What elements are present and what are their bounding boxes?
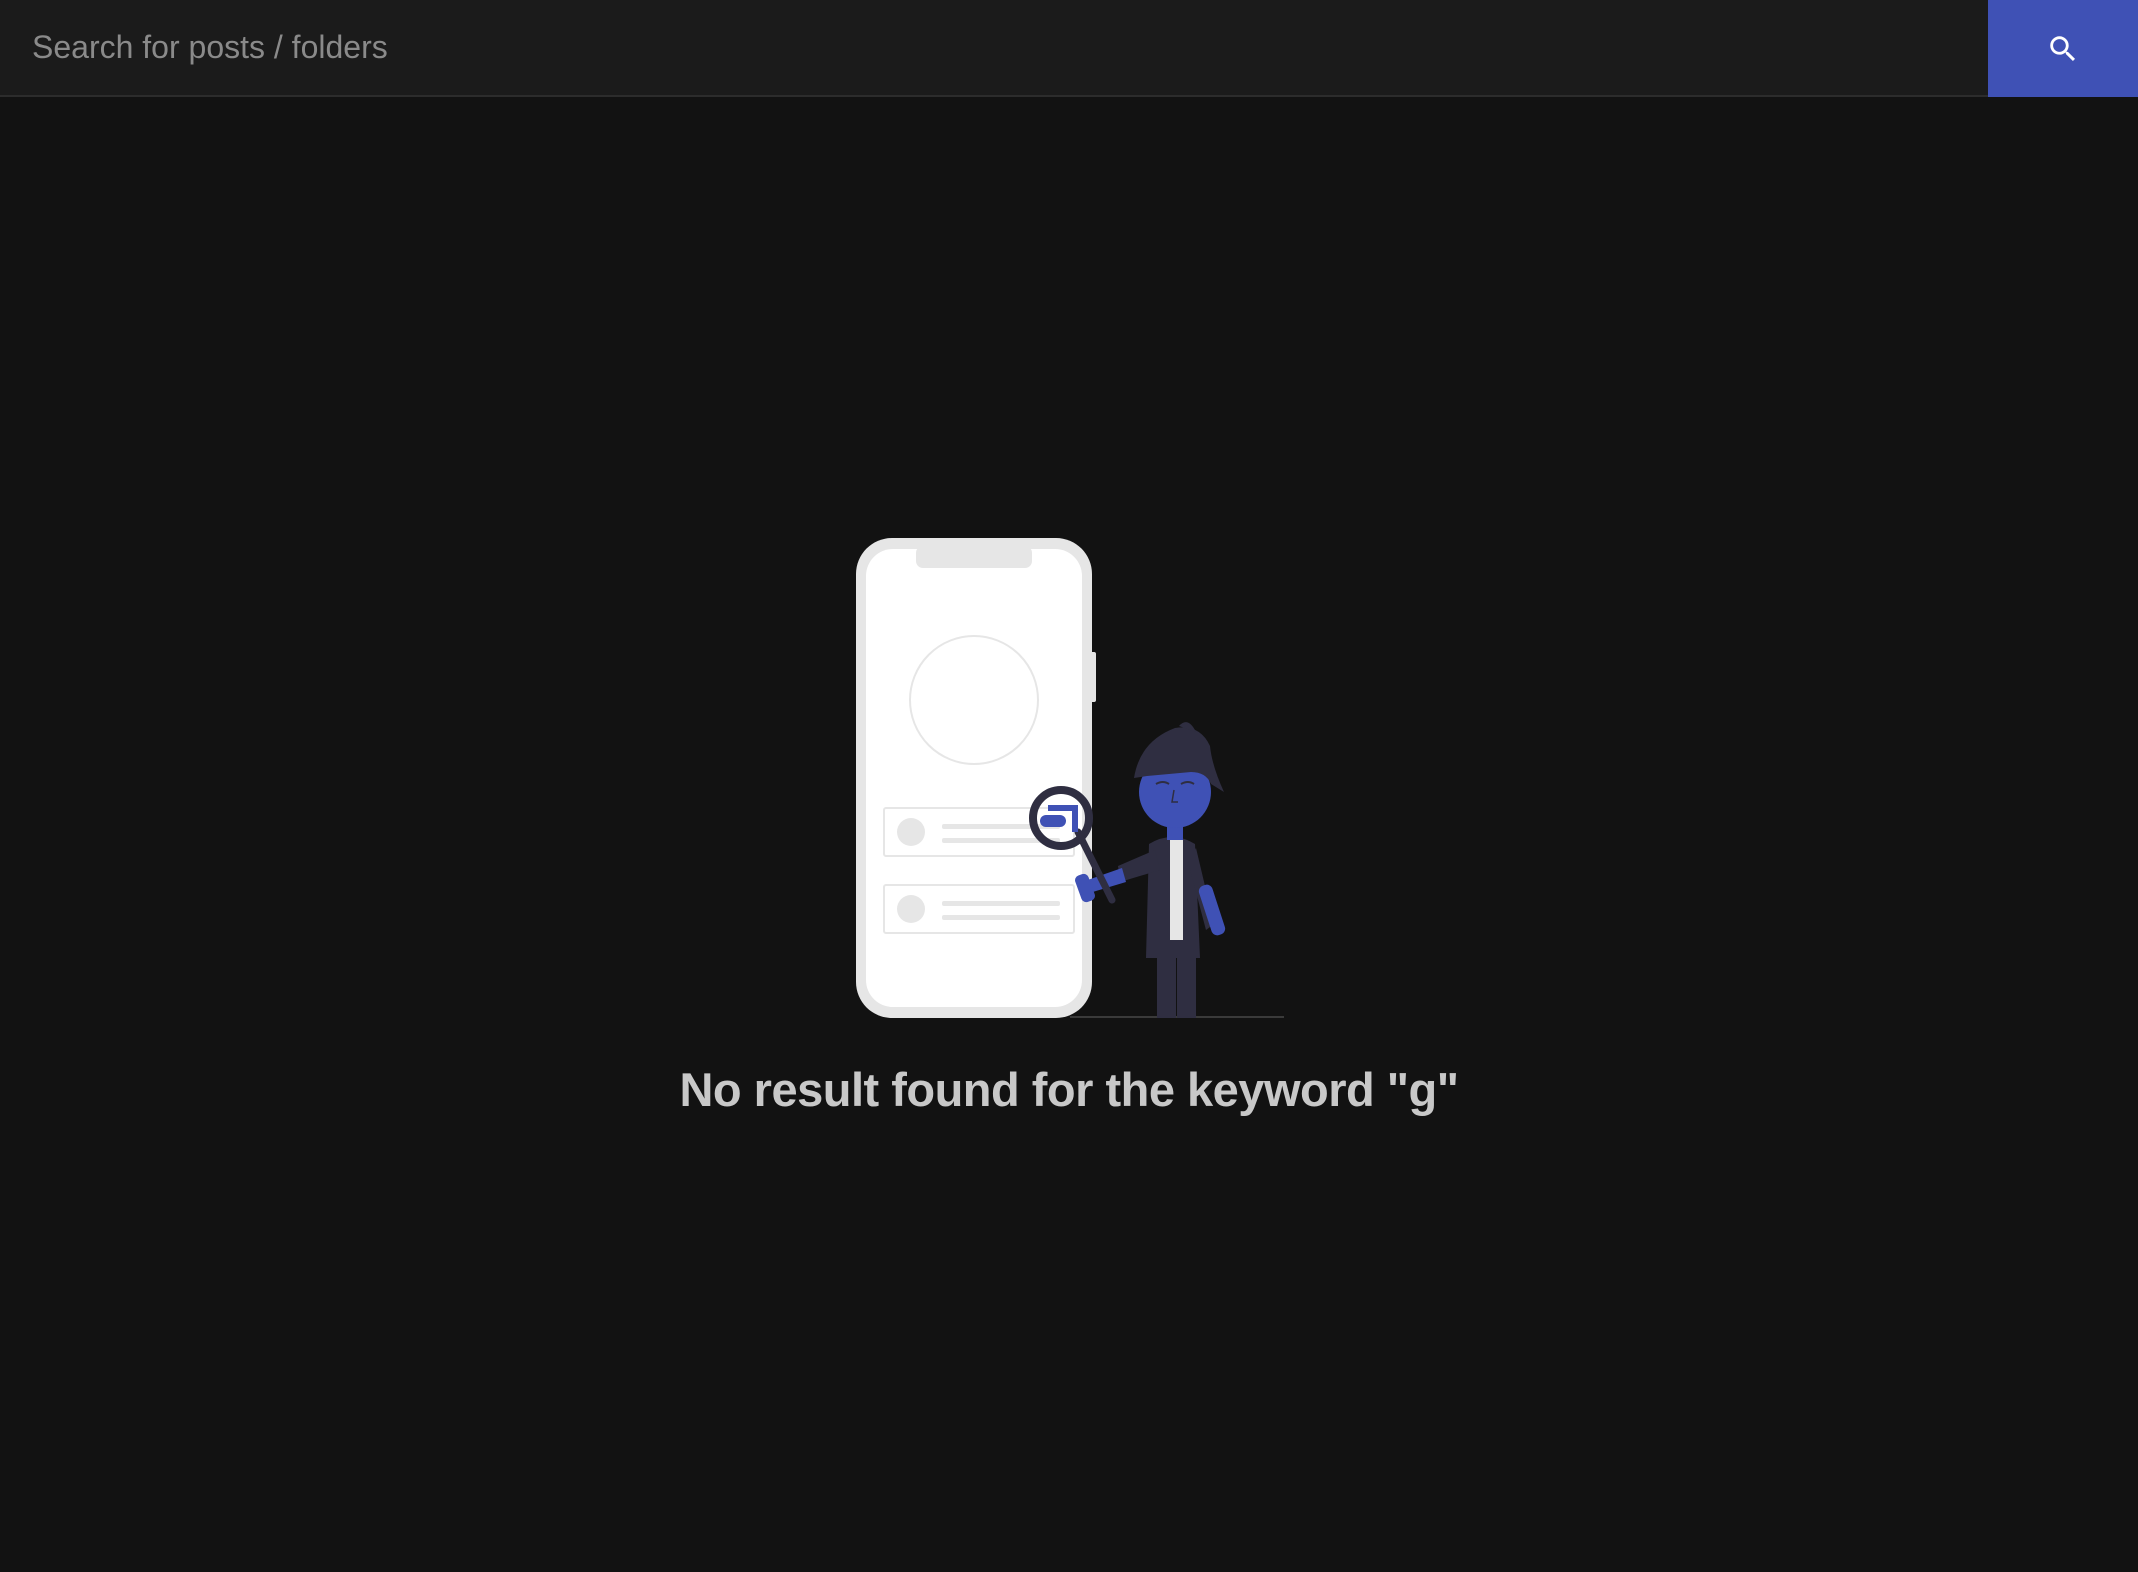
search-button[interactable]: [1988, 0, 2138, 97]
person-graphic: [1082, 722, 1226, 1018]
search-bar: [0, 0, 2138, 97]
phone-search-illustration: [856, 538, 1284, 1018]
search-input[interactable]: [0, 0, 1988, 95]
search-icon: [2050, 35, 2076, 61]
phone-graphic: [856, 538, 1096, 1018]
no-result-message: No result found for the keyword "g": [679, 1063, 1459, 1116]
